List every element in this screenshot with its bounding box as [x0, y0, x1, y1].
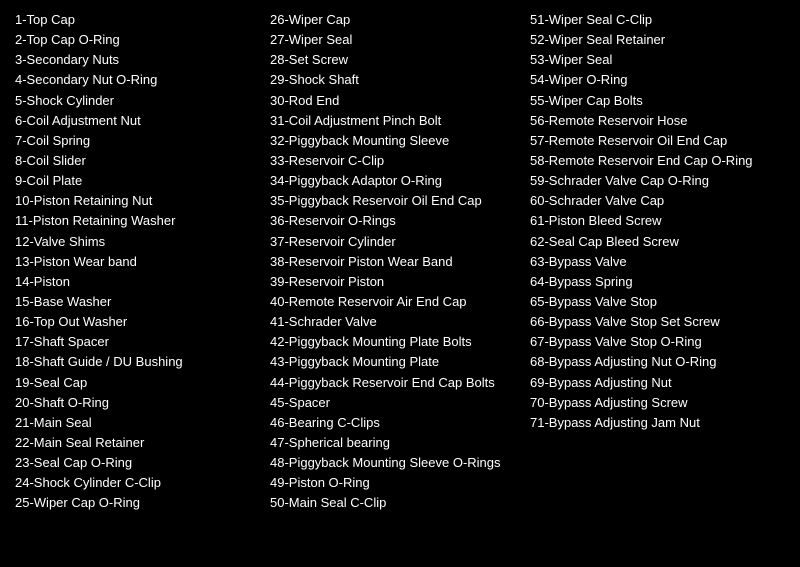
list-item: 69-Bypass Adjusting Nut — [530, 373, 775, 393]
list-item: 41-Schrader Valve — [270, 312, 520, 332]
list-item: 21-Main Seal — [15, 413, 260, 433]
list-item: 15-Base Washer — [15, 292, 260, 312]
list-item: 51-Wiper Seal C-Clip — [530, 10, 775, 30]
list-item: 58-Remote Reservoir End Cap O-Ring — [530, 151, 775, 171]
list-item: 7-Coil Spring — [15, 131, 260, 151]
list-item: 36-Reservoir O-Rings — [270, 211, 520, 231]
list-item: 70-Bypass Adjusting Screw — [530, 393, 775, 413]
list-item: 26-Wiper Cap — [270, 10, 520, 30]
list-item: 34-Piggyback Adaptor O-Ring — [270, 171, 520, 191]
list-item: 24-Shock Cylinder C-Clip — [15, 473, 260, 493]
list-item: 18-Shaft Guide / DU Bushing — [15, 352, 260, 372]
list-item: 60-Schrader Valve Cap — [530, 191, 775, 211]
list-item: 3-Secondary Nuts — [15, 50, 260, 70]
list-item: 2-Top Cap O-Ring — [15, 30, 260, 50]
list-item: 1-Top Cap — [15, 10, 260, 30]
list-item: 50-Main Seal C-Clip — [270, 493, 520, 513]
column-3: 51-Wiper Seal C-Clip52-Wiper Seal Retain… — [530, 10, 785, 514]
list-item: 8-Coil Slider — [15, 151, 260, 171]
list-item: 44-Piggyback Reservoir End Cap Bolts — [270, 373, 520, 393]
list-item: 10-Piston Retaining Nut — [15, 191, 260, 211]
list-item: 55-Wiper Cap Bolts — [530, 91, 775, 111]
list-item: 11-Piston Retaining Washer — [15, 211, 260, 231]
column-1: 1-Top Cap2-Top Cap O-Ring3-Secondary Nut… — [15, 10, 270, 514]
list-item: 4-Secondary Nut O-Ring — [15, 70, 260, 90]
list-item: 68-Bypass Adjusting Nut O-Ring — [530, 352, 775, 372]
list-item: 42-Piggyback Mounting Plate Bolts — [270, 332, 520, 352]
list-item: 54-Wiper O-Ring — [530, 70, 775, 90]
list-item: 17-Shaft Spacer — [15, 332, 260, 352]
list-item: 5-Shock Cylinder — [15, 91, 260, 111]
list-item: 45-Spacer — [270, 393, 520, 413]
list-item: 47-Spherical bearing — [270, 433, 520, 453]
list-item: 20-Shaft O-Ring — [15, 393, 260, 413]
list-item: 9-Coil Plate — [15, 171, 260, 191]
list-item: 61-Piston Bleed Screw — [530, 211, 775, 231]
list-item: 35-Piggyback Reservoir Oil End Cap — [270, 191, 520, 211]
list-item: 38-Reservoir Piston Wear Band — [270, 252, 520, 272]
parts-list: 1-Top Cap2-Top Cap O-Ring3-Secondary Nut… — [15, 10, 785, 514]
list-item: 30-Rod End — [270, 91, 520, 111]
list-item: 32-Piggyback Mounting Sleeve — [270, 131, 520, 151]
list-item: 63-Bypass Valve — [530, 252, 775, 272]
list-item: 56-Remote Reservoir Hose — [530, 111, 775, 131]
list-item: 33-Reservoir C-Clip — [270, 151, 520, 171]
list-item: 57-Remote Reservoir Oil End Cap — [530, 131, 775, 151]
list-item: 67-Bypass Valve Stop O-Ring — [530, 332, 775, 352]
list-item: 31-Coil Adjustment Pinch Bolt — [270, 111, 520, 131]
list-item: 19-Seal Cap — [15, 373, 260, 393]
list-item: 29-Shock Shaft — [270, 70, 520, 90]
list-item: 23-Seal Cap O-Ring — [15, 453, 260, 473]
list-item: 46-Bearing C-Clips — [270, 413, 520, 433]
list-item: 27-Wiper Seal — [270, 30, 520, 50]
list-item: 16-Top Out Washer — [15, 312, 260, 332]
list-item: 22-Main Seal Retainer — [15, 433, 260, 453]
list-item: 48-Piggyback Mounting Sleeve O-Rings — [270, 453, 520, 473]
list-item: 14-Piston — [15, 272, 260, 292]
list-item: 37-Reservoir Cylinder — [270, 232, 520, 252]
list-item: 52-Wiper Seal Retainer — [530, 30, 775, 50]
list-item: 40-Remote Reservoir Air End Cap — [270, 292, 520, 312]
list-item: 64-Bypass Spring — [530, 272, 775, 292]
list-item: 25-Wiper Cap O-Ring — [15, 493, 260, 513]
list-item: 39-Reservoir Piston — [270, 272, 520, 292]
list-item: 66-Bypass Valve Stop Set Screw — [530, 312, 775, 332]
list-item: 49-Piston O-Ring — [270, 473, 520, 493]
list-item: 28-Set Screw — [270, 50, 520, 70]
list-item: 71-Bypass Adjusting Jam Nut — [530, 413, 775, 433]
list-item: 65-Bypass Valve Stop — [530, 292, 775, 312]
column-2: 26-Wiper Cap27-Wiper Seal28-Set Screw29-… — [270, 10, 530, 514]
list-item: 12-Valve Shims — [15, 232, 260, 252]
list-item: 59-Schrader Valve Cap O-Ring — [530, 171, 775, 191]
list-item: 53-Wiper Seal — [530, 50, 775, 70]
list-item: 6-Coil Adjustment Nut — [15, 111, 260, 131]
list-item: 62-Seal Cap Bleed Screw — [530, 232, 775, 252]
list-item: 13-Piston Wear band — [15, 252, 260, 272]
list-item: 43-Piggyback Mounting Plate — [270, 352, 520, 372]
